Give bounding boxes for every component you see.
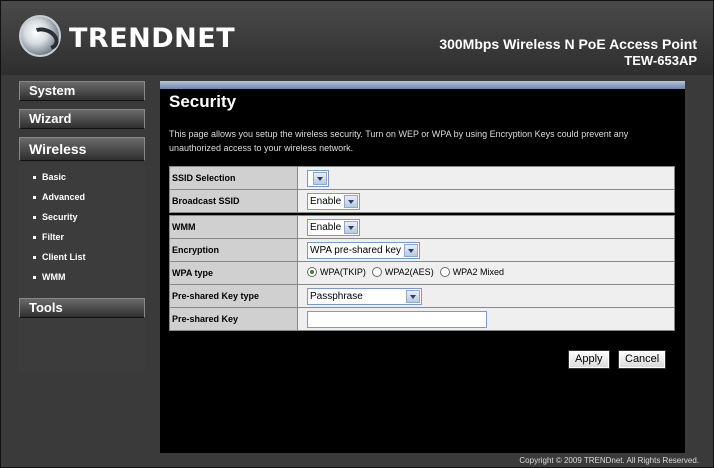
bullet-icon	[33, 216, 36, 220]
submenu-item-security[interactable]: Security	[19, 207, 145, 227]
menu-wizard[interactable]: Wizard	[19, 109, 145, 129]
row-encryption: Encryption WPA pre-shared key	[169, 238, 675, 262]
menu-wireless[interactable]: Wireless	[19, 137, 145, 161]
broadcast-ssid-dropdown[interactable]: Enable	[307, 192, 361, 210]
header: TRENDNET 300Mbps Wireless N PoE Access P…	[1, 1, 713, 75]
ssid-selection-label: SSID Selection	[169, 166, 298, 190]
wpa-type-label: WPA type	[169, 261, 298, 285]
broadcast-ssid-value: Enable	[310, 195, 342, 207]
menu-system[interactable]: System	[19, 81, 145, 101]
radio-unselected-icon	[371, 267, 382, 277]
page-title: Security	[169, 92, 237, 111]
encryption-value: WPA pre-shared key	[310, 244, 401, 256]
submenu-label: WMM	[42, 272, 66, 282]
row-ssid-selection: SSID Selection	[169, 166, 675, 190]
encryption-label: Encryption	[169, 238, 298, 262]
page-frame: TRENDNET 300Mbps Wireless N PoE Access P…	[0, 0, 714, 468]
broadcast-ssid-label: Broadcast SSID	[169, 189, 298, 213]
submenu-item-wmm[interactable]: WMM	[19, 267, 145, 287]
title-accent-bar	[160, 81, 685, 89]
radio-label: WPA2(AES)	[384, 267, 434, 277]
chevron-down-icon	[406, 289, 420, 303]
submenu-item-client-list[interactable]: Client List	[19, 247, 145, 267]
chevron-down-icon	[344, 194, 359, 208]
wpa-type-radio-group: WPA(TKIP) WPA2(AES) WPA2 Mixed	[307, 267, 510, 277]
copyright-text: Copyright © 2009 TRENDnet. All Rights Re…	[519, 456, 699, 465]
product-name: 300Mbps Wireless N PoE Access Point	[439, 36, 697, 52]
submenu-item-advanced[interactable]: Advanced	[19, 187, 145, 207]
bullet-icon	[33, 276, 36, 280]
wmm-value: Enable	[310, 221, 342, 233]
wmm-dropdown[interactable]: Enable	[307, 218, 361, 236]
chevron-down-icon	[313, 171, 327, 185]
submenu-label: Filter	[42, 232, 65, 242]
radio-label: WPA(TKIP)	[320, 267, 366, 277]
main-panel: Security This page allows you setup the …	[160, 81, 685, 453]
row-psk-type: Pre-shared Key type Passphrase	[169, 284, 675, 308]
bullet-icon	[33, 236, 36, 240]
submenu-label: Basic	[42, 172, 67, 182]
psk-type-dropdown[interactable]: Passphrase	[307, 287, 422, 305]
psk-type-value: Passphrase	[310, 290, 363, 302]
trendnet-logo-icon	[19, 15, 61, 57]
cancel-button[interactable]: Cancel	[618, 350, 667, 369]
submenu-label: Advanced	[42, 192, 86, 202]
row-broadcast-ssid: Broadcast SSID Enable	[169, 189, 675, 213]
apply-button[interactable]: Apply	[568, 350, 610, 369]
wmm-label: WMM	[169, 215, 298, 239]
chevron-down-icon	[344, 220, 359, 234]
submenu-label: Client List	[42, 252, 86, 262]
ssid-selection-dropdown[interactable]	[307, 169, 329, 187]
submenu-item-filter[interactable]: Filter	[19, 227, 145, 247]
model-number: TEW-653AP	[624, 53, 697, 68]
submenu-label: Security	[42, 212, 78, 222]
psk-label: Pre-shared Key	[169, 307, 298, 331]
intro-text: This page allows you setup the wireless …	[169, 129, 629, 153]
psk-type-label: Pre-shared Key type	[169, 284, 298, 308]
row-wmm: WMM Enable	[169, 215, 675, 239]
submenu-item-basic[interactable]: Basic	[19, 167, 145, 187]
bullet-icon	[33, 176, 36, 180]
menu-tools[interactable]: Tools	[19, 298, 145, 318]
psk-input[interactable]	[307, 310, 487, 328]
radio-wpa2-aes[interactable]: WPA2(AES)	[371, 267, 434, 277]
radio-unselected-icon	[439, 267, 450, 277]
security-settings-table: SSID Selection Broadcast SSID Enable WMM…	[169, 166, 675, 331]
wireless-submenu: Basic Advanced Security Filter Client Li…	[19, 165, 145, 371]
encryption-dropdown[interactable]: WPA pre-shared key	[307, 241, 420, 259]
row-wpa-type: WPA type WPA(TKIP) WPA2(AES) WPA2 Mixed	[169, 261, 675, 285]
radio-label: WPA2 Mixed	[452, 267, 505, 277]
chevron-down-icon	[403, 243, 418, 257]
sidebar: System Wizard Wireless Basic Advanced Se…	[19, 81, 145, 371]
row-psk: Pre-shared Key	[169, 307, 675, 331]
brand-logo-text: TRENDNET	[69, 23, 236, 54]
radio-wpa-tkip[interactable]: WPA(TKIP)	[307, 267, 366, 277]
radio-selected-icon	[307, 267, 317, 277]
bullet-icon	[33, 256, 36, 260]
bullet-icon	[33, 196, 36, 200]
radio-wpa2-mixed[interactable]: WPA2 Mixed	[439, 267, 505, 277]
